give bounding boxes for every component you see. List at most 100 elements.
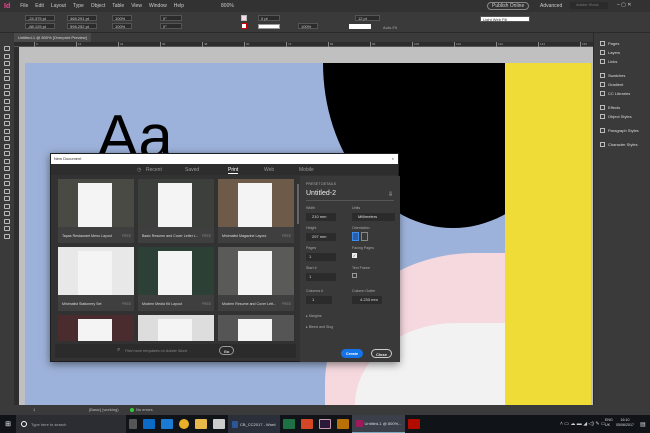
scale-x-field[interactable]: 100% bbox=[112, 15, 132, 21]
rotate-field[interactable]: 0° bbox=[160, 15, 182, 21]
page-number-field[interactable]: 1 bbox=[33, 407, 35, 412]
excel-icon[interactable] bbox=[283, 419, 295, 429]
tool-icon[interactable] bbox=[4, 159, 10, 164]
tool-icon[interactable] bbox=[4, 151, 10, 156]
tool-icon[interactable] bbox=[4, 129, 10, 134]
tool-icon[interactable] bbox=[4, 106, 10, 111]
tool-icon[interactable] bbox=[4, 144, 10, 149]
document-tab[interactable]: Untitled-1 @ 800% [Overprint Preview] bbox=[14, 33, 91, 42]
tab-web[interactable]: Web bbox=[264, 167, 274, 173]
save-preset-icon[interactable]: ⇩ bbox=[388, 191, 393, 198]
pages-field[interactable]: 1 bbox=[306, 253, 336, 261]
tool-icon[interactable] bbox=[4, 211, 10, 216]
tool-icon[interactable] bbox=[4, 69, 10, 74]
workspace-status[interactable]: [Basic] (working) bbox=[89, 407, 119, 412]
publish-online-button[interactable]: Publish Online bbox=[487, 2, 529, 10]
panel-layers[interactable]: Layers bbox=[600, 50, 620, 55]
windows-start-icon[interactable]: ⊞ bbox=[0, 420, 16, 428]
stroke-swatch[interactable] bbox=[241, 23, 247, 29]
tool-icon[interactable] bbox=[4, 61, 10, 66]
tool-icon[interactable] bbox=[4, 204, 10, 209]
columns-field[interactable]: 1 bbox=[306, 296, 332, 304]
panel-links[interactable]: Links bbox=[600, 59, 617, 64]
x-field[interactable]: -24.375 pt bbox=[25, 15, 55, 21]
illustrator-icon[interactable] bbox=[337, 419, 349, 429]
language-indicator[interactable]: ENGUK bbox=[605, 418, 613, 428]
document-name-field[interactable]: Untitled-2 bbox=[306, 190, 336, 197]
panel-gradient[interactable]: Gradient bbox=[600, 82, 623, 87]
units-select[interactable]: Millimeters bbox=[352, 213, 395, 221]
file-explorer-icon[interactable] bbox=[195, 419, 207, 429]
taskbar-indesign[interactable]: Untitled-1 @ 800%... bbox=[352, 415, 406, 433]
taskbar-word[interactable]: CB_CC2017 - Word bbox=[228, 415, 280, 433]
template-card[interactable]: Tapas Restaurant Menu LayoutFREE bbox=[58, 179, 134, 243]
template-card[interactable] bbox=[218, 315, 294, 341]
panel-swatches[interactable]: Swatches bbox=[600, 73, 625, 78]
template-card[interactable] bbox=[138, 315, 214, 341]
panel-object-styles[interactable]: Object Styles bbox=[600, 114, 632, 119]
create-button[interactable]: Create bbox=[341, 349, 363, 358]
menu-object[interactable]: Object bbox=[91, 3, 105, 9]
facing-pages-checkbox[interactable]: ✓ bbox=[352, 253, 357, 258]
tab-recent[interactable]: Recent bbox=[146, 167, 162, 173]
panel-character-styles[interactable]: Character Styles bbox=[600, 142, 638, 147]
menu-view[interactable]: View bbox=[131, 3, 142, 9]
panel-paragraph-styles[interactable]: Paragraph Styles bbox=[600, 128, 639, 133]
w-field[interactable]: 468.291 pt bbox=[67, 15, 97, 21]
outlook-icon[interactable] bbox=[143, 419, 155, 429]
tool-icon[interactable] bbox=[4, 84, 10, 89]
text-frame-checkbox[interactable] bbox=[352, 273, 357, 278]
gutter-field[interactable]: 4.233 mm bbox=[352, 296, 382, 304]
template-card[interactable]: Minimalist Magazine LayoutFREE bbox=[218, 179, 294, 243]
tool-icon[interactable] bbox=[4, 54, 10, 59]
chrome-icon[interactable] bbox=[179, 419, 189, 429]
tool-icon[interactable] bbox=[4, 181, 10, 186]
notifications-icon[interactable]: ▤ bbox=[640, 421, 646, 428]
clock[interactable]: 16:1005/06/2017 bbox=[616, 418, 634, 428]
tool-icon[interactable] bbox=[4, 189, 10, 194]
go-button[interactable]: Go bbox=[219, 346, 234, 355]
panel-cc-libraries[interactable]: CC Libraries bbox=[600, 91, 630, 96]
panel-effects[interactable]: Effects bbox=[600, 105, 620, 110]
y-field[interactable]: -88.125 pt bbox=[25, 23, 55, 29]
menu-type[interactable]: Type bbox=[73, 3, 84, 9]
workspace-switcher[interactable]: Advanced bbox=[540, 3, 562, 9]
close-button[interactable]: Close bbox=[371, 349, 392, 358]
panel-pages[interactable]: Pages bbox=[600, 41, 619, 46]
margins-toggle[interactable]: ▸ Margins bbox=[306, 314, 322, 318]
stroke-type[interactable] bbox=[258, 24, 280, 29]
tool-icon[interactable] bbox=[4, 114, 10, 119]
powerpoint-icon[interactable] bbox=[301, 419, 313, 429]
template-card[interactable]: Modern Resume and Cover Lett...FREE bbox=[218, 247, 294, 311]
tool-icon[interactable] bbox=[4, 99, 10, 104]
tool-icon[interactable] bbox=[4, 136, 10, 141]
zoom-level[interactable]: 800% bbox=[221, 3, 234, 9]
start-field[interactable]: 1 bbox=[306, 273, 336, 281]
template-card[interactable]: Modern Media Kit LayoutFREE bbox=[138, 247, 214, 311]
tab-print[interactable]: Print bbox=[228, 167, 238, 174]
tool-icon[interactable] bbox=[4, 121, 10, 126]
shear-field[interactable]: 0° bbox=[160, 23, 182, 29]
edge-icon[interactable] bbox=[161, 419, 173, 429]
template-card[interactable]: Basic Resume and Cover Letter L...FREE bbox=[138, 179, 214, 243]
stock-search-input[interactable]: Find more templates on Adobe Stock bbox=[125, 349, 187, 353]
tab-saved[interactable]: Saved bbox=[185, 167, 199, 173]
stroke-weight-field[interactable]: 0 pt bbox=[258, 15, 280, 21]
scale-y-field[interactable]: 100% bbox=[112, 23, 132, 29]
portrait-icon[interactable] bbox=[352, 232, 359, 241]
tool-icon[interactable] bbox=[4, 166, 10, 171]
yellow-stripe[interactable] bbox=[505, 63, 591, 405]
adobe-stock-search[interactable]: Adobe Stock bbox=[570, 2, 608, 9]
h-field[interactable]: 598.252 pt bbox=[67, 23, 97, 29]
taskbar-search-input[interactable]: Type here to search bbox=[31, 422, 66, 427]
object-style-field[interactable]: Light Web Fill bbox=[480, 16, 530, 22]
color-swatch-field[interactable] bbox=[349, 24, 371, 29]
task-view-icon[interactable] bbox=[129, 419, 137, 429]
height-field[interactable]: 297 mm bbox=[306, 233, 336, 241]
template-card[interactable]: Minimalist Stationery SetFREE bbox=[58, 247, 134, 311]
opacity-field[interactable]: 100% bbox=[298, 23, 318, 29]
tool-icon[interactable] bbox=[4, 174, 10, 179]
tool-icon[interactable] bbox=[4, 76, 10, 81]
store-icon[interactable] bbox=[213, 419, 225, 429]
bleed-toggle[interactable]: ▸ Bleed and Slug bbox=[306, 325, 333, 329]
